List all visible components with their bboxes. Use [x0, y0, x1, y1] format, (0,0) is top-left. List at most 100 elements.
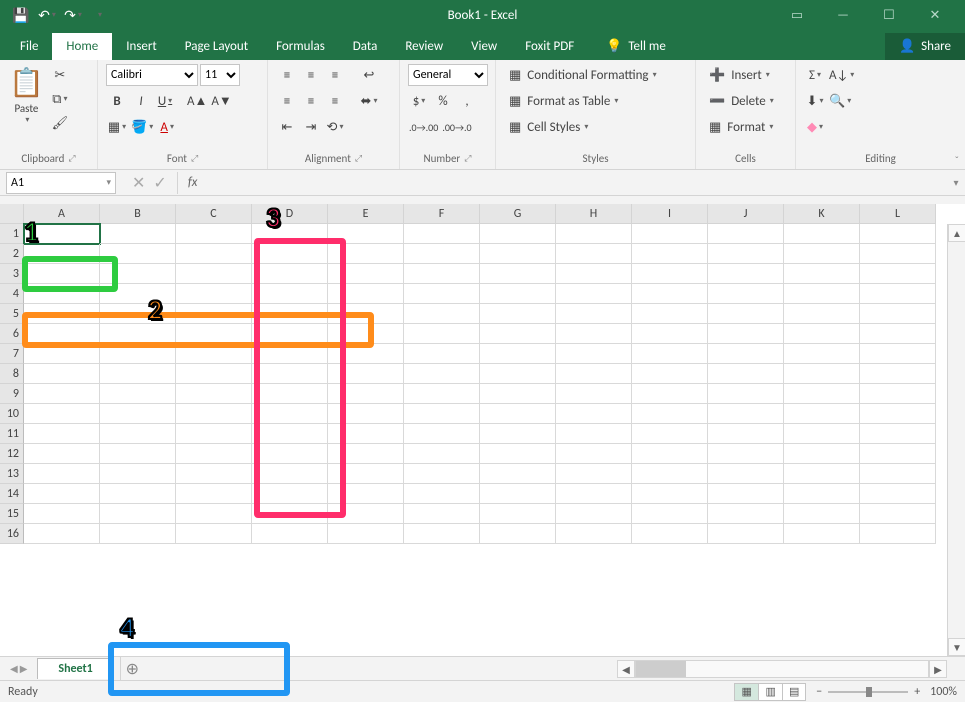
- cell[interactable]: [556, 464, 632, 484]
- cell[interactable]: [708, 444, 784, 464]
- cell[interactable]: [100, 304, 176, 324]
- cell[interactable]: [860, 224, 936, 244]
- autosum-button[interactable]: Σ▾: [804, 64, 826, 86]
- find-select-button[interactable]: 🔍▾: [828, 90, 852, 112]
- cell[interactable]: [632, 364, 708, 384]
- cell[interactable]: [784, 404, 860, 424]
- cell[interactable]: [24, 364, 100, 384]
- new-sheet-button[interactable]: ⊕: [120, 657, 144, 681]
- align-center-button[interactable]: ≡: [300, 90, 322, 112]
- cell[interactable]: [252, 504, 328, 524]
- cell[interactable]: [480, 224, 556, 244]
- row-header[interactable]: 15: [0, 504, 24, 524]
- cell[interactable]: [176, 424, 252, 444]
- row-header[interactable]: 10: [0, 404, 24, 424]
- cell[interactable]: [328, 384, 404, 404]
- tab-review[interactable]: Review: [391, 33, 457, 60]
- cell[interactable]: [176, 504, 252, 524]
- cell[interactable]: [404, 244, 480, 264]
- cell[interactable]: [708, 524, 784, 544]
- dialog-launcher-icon[interactable]: ⤢: [464, 153, 471, 164]
- cancel-formula-icon[interactable]: ✕: [132, 173, 145, 193]
- cell[interactable]: [556, 284, 632, 304]
- cell[interactable]: [404, 324, 480, 344]
- tab-foxit-pdf[interactable]: Foxit PDF: [511, 33, 588, 60]
- cell[interactable]: [24, 304, 100, 324]
- cell[interactable]: [860, 284, 936, 304]
- dialog-launcher-icon[interactable]: ⤢: [355, 153, 362, 164]
- align-left-button[interactable]: ≡: [276, 90, 298, 112]
- conditional-formatting-button[interactable]: ▦ Conditional Formatting▾: [504, 64, 662, 86]
- cell[interactable]: [252, 344, 328, 364]
- dialog-launcher-icon[interactable]: ⤢: [191, 153, 198, 164]
- orientation-button[interactable]: ⟲▾: [324, 116, 346, 138]
- column-header[interactable]: F: [404, 204, 480, 224]
- cell[interactable]: [556, 364, 632, 384]
- cell[interactable]: [404, 524, 480, 544]
- column-header[interactable]: H: [556, 204, 632, 224]
- vertical-scrollbar[interactable]: ▲ ▼: [947, 224, 965, 656]
- cell[interactable]: [176, 524, 252, 544]
- cell[interactable]: [556, 484, 632, 504]
- paste-button[interactable]: 📋 Paste ▾: [8, 64, 45, 126]
- underline-button[interactable]: U▾: [154, 90, 176, 112]
- font-size-select[interactable]: 11: [200, 64, 240, 86]
- horizontal-scrollbar[interactable]: ◀ ▶: [617, 660, 947, 678]
- copy-button[interactable]: ⧉▾: [49, 88, 71, 110]
- cell[interactable]: [100, 384, 176, 404]
- cell[interactable]: [252, 384, 328, 404]
- cell[interactable]: [632, 344, 708, 364]
- cell[interactable]: [480, 304, 556, 324]
- save-icon[interactable]: 💾: [10, 4, 32, 26]
- cell[interactable]: [556, 424, 632, 444]
- cell[interactable]: [480, 264, 556, 284]
- decrease-font-button[interactable]: A▼: [210, 90, 232, 112]
- cell[interactable]: [708, 504, 784, 524]
- insert-cells-button[interactable]: ➕ Insert▾: [704, 64, 775, 86]
- cell[interactable]: [480, 244, 556, 264]
- tell-me-search[interactable]: 💡 Tell me: [596, 33, 676, 60]
- cell[interactable]: [860, 464, 936, 484]
- column-header[interactable]: C: [176, 204, 252, 224]
- cell[interactable]: [328, 444, 404, 464]
- cell[interactable]: [404, 364, 480, 384]
- cell[interactable]: [176, 364, 252, 384]
- row-header[interactable]: 12: [0, 444, 24, 464]
- wrap-text-button[interactable]: ↩: [358, 64, 380, 86]
- cell[interactable]: [784, 524, 860, 544]
- cell[interactable]: [252, 404, 328, 424]
- cell[interactable]: [708, 384, 784, 404]
- cell[interactable]: [176, 264, 252, 284]
- page-layout-view-button[interactable]: ▥: [758, 683, 782, 701]
- cell[interactable]: [252, 324, 328, 344]
- cell[interactable]: [24, 284, 100, 304]
- cell[interactable]: [860, 444, 936, 464]
- cell[interactable]: [860, 344, 936, 364]
- page-break-view-button[interactable]: ▤: [782, 683, 806, 701]
- cell[interactable]: [252, 284, 328, 304]
- cell[interactable]: [556, 404, 632, 424]
- cell[interactable]: [404, 304, 480, 324]
- cell[interactable]: [632, 524, 708, 544]
- cell[interactable]: [784, 484, 860, 504]
- cell[interactable]: [784, 444, 860, 464]
- cell[interactable]: [860, 244, 936, 264]
- accounting-format-button[interactable]: $▾: [408, 90, 430, 112]
- cell[interactable]: [24, 424, 100, 444]
- row-header[interactable]: 5: [0, 304, 24, 324]
- row-header[interactable]: 13: [0, 464, 24, 484]
- cell[interactable]: [708, 224, 784, 244]
- cell[interactable]: [632, 324, 708, 344]
- cell[interactable]: [860, 304, 936, 324]
- column-header[interactable]: K: [784, 204, 860, 224]
- scroll-right-arrow[interactable]: ▶: [929, 660, 947, 678]
- cell[interactable]: [404, 424, 480, 444]
- fill-button[interactable]: ⬇▾: [804, 90, 826, 112]
- cell[interactable]: [556, 304, 632, 324]
- cell[interactable]: [480, 524, 556, 544]
- cell[interactable]: [252, 264, 328, 284]
- scroll-left-arrow[interactable]: ◀: [617, 660, 635, 678]
- column-header[interactable]: D: [252, 204, 328, 224]
- cell[interactable]: [100, 524, 176, 544]
- cell[interactable]: [404, 464, 480, 484]
